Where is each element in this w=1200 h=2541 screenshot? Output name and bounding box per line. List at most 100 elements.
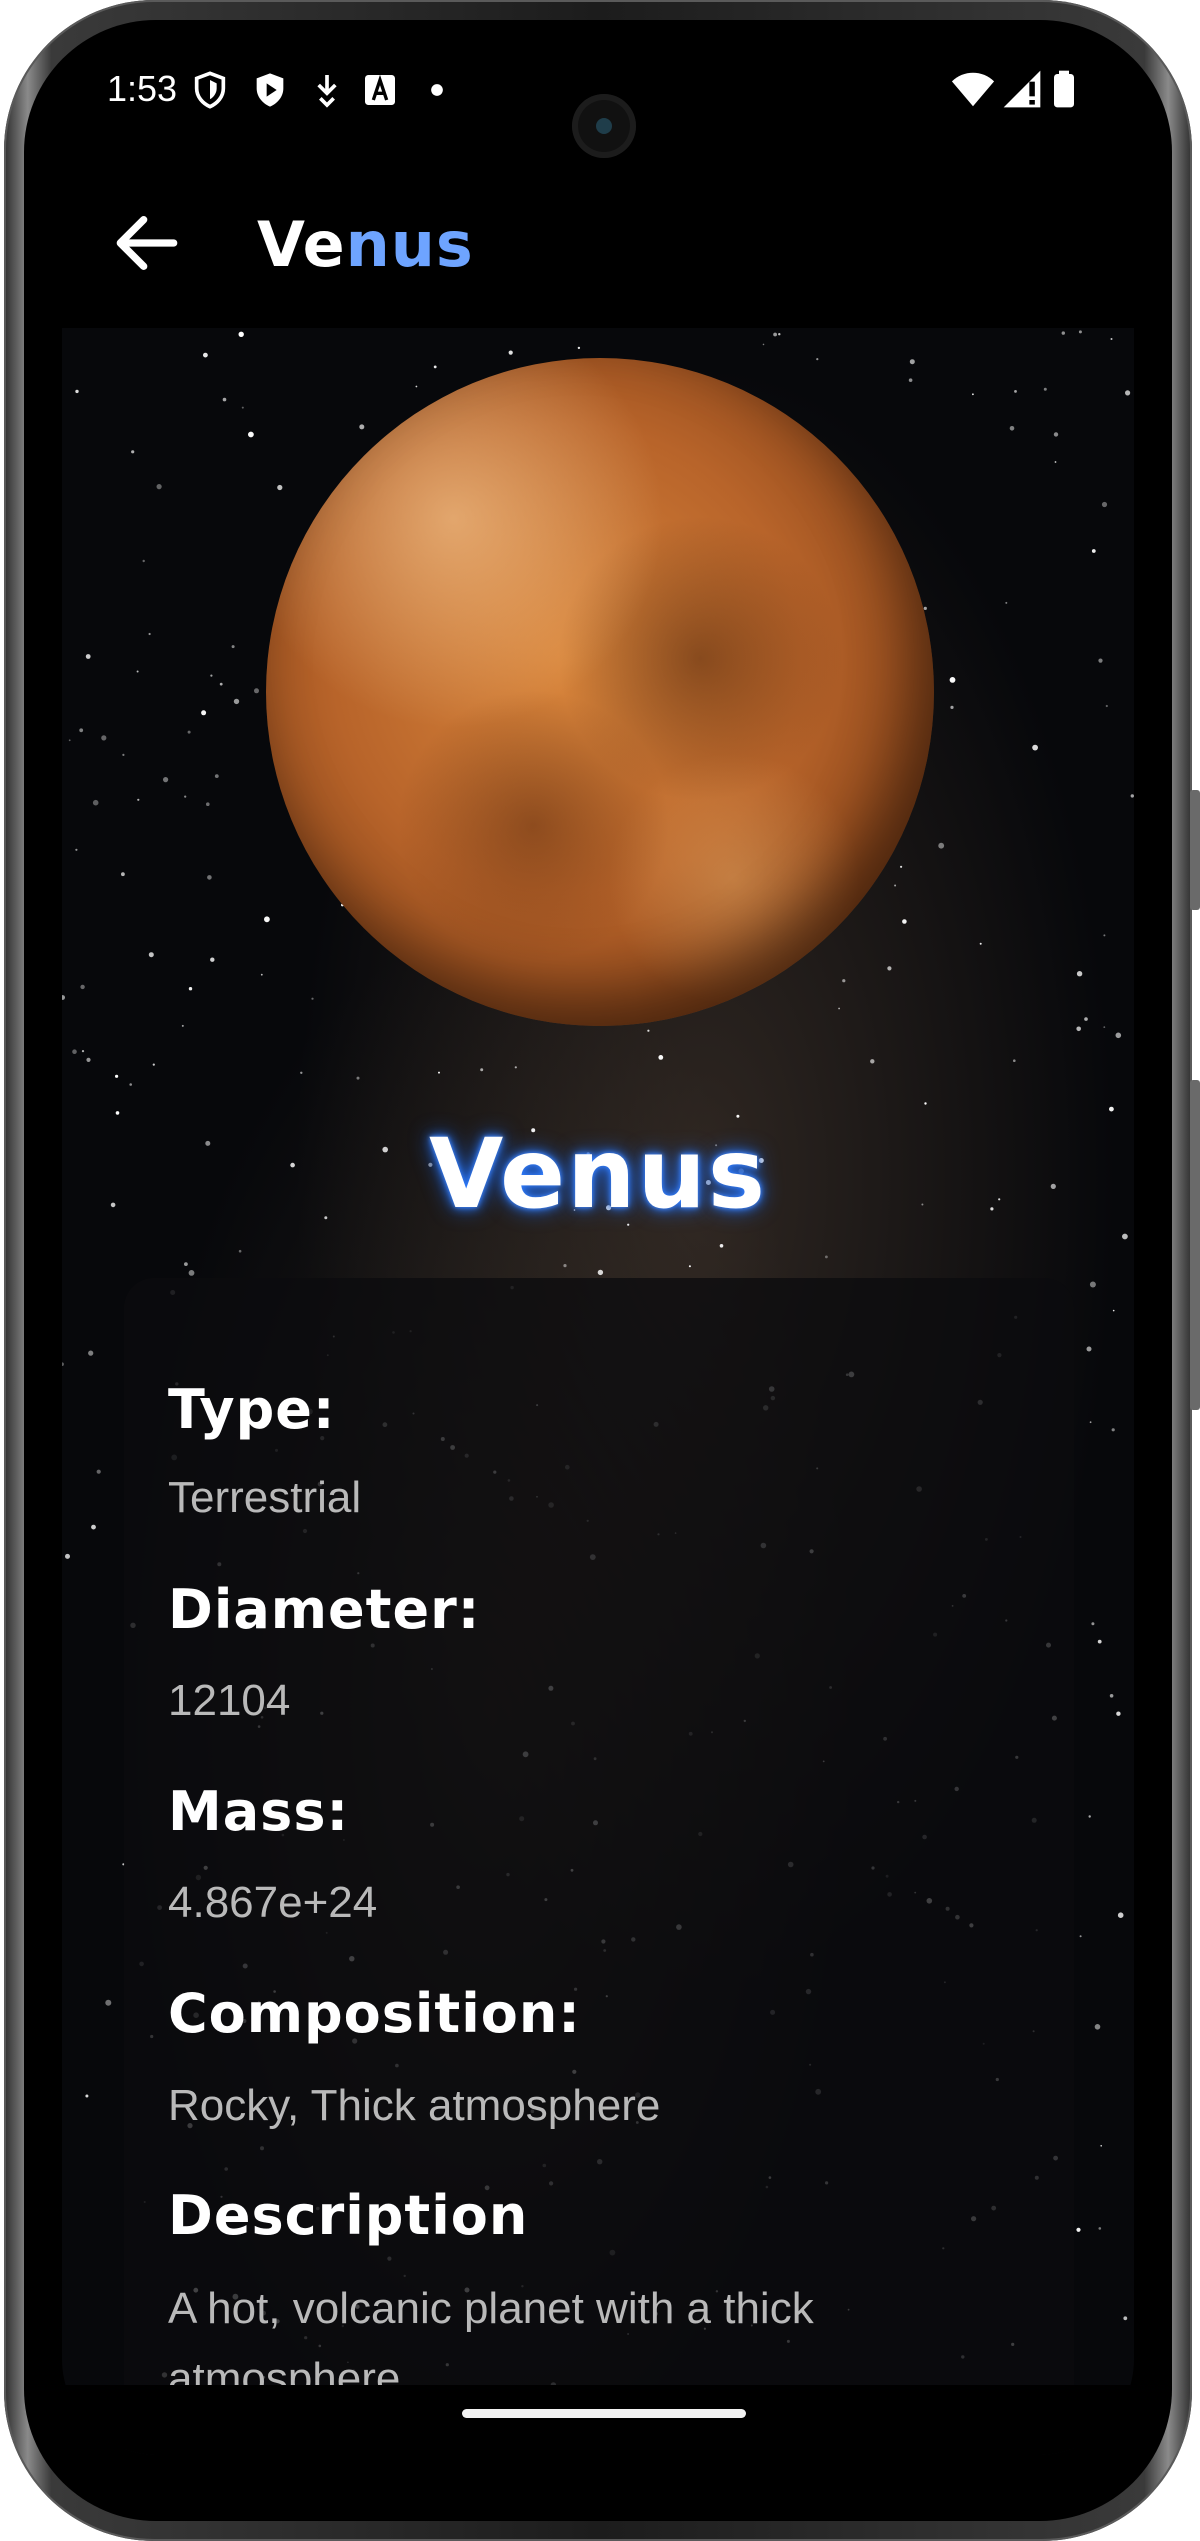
planet-info-card: Type: Terrestrial Diameter: 12104 Mass: …: [124, 1278, 1074, 2455]
star: [231, 645, 235, 649]
star: [1109, 1694, 1114, 1698]
star: [514, 1066, 517, 1069]
star: [762, 343, 765, 346]
star: [1032, 744, 1038, 751]
star: [156, 484, 162, 490]
star: [938, 842, 945, 849]
star: [773, 332, 777, 337]
star: [1122, 1233, 1128, 1240]
star: [1098, 2227, 1102, 2230]
status-bar: 1:53: [62, 58, 1134, 158]
star: [210, 674, 213, 677]
star: [1116, 1711, 1121, 1716]
star: [62, 995, 65, 1000]
star: [1014, 390, 1017, 393]
star: [85, 2094, 89, 2098]
star: [1005, 601, 1008, 604]
home-handle[interactable]: [462, 2409, 746, 2418]
star: [222, 397, 227, 402]
star: [96, 1469, 101, 1474]
star: [902, 919, 907, 924]
star: [142, 559, 145, 563]
star: [870, 1059, 875, 1064]
planet-detail-content[interactable]: Venus Type: Terrestrial Diameter: 12104 …: [62, 328, 1134, 2455]
star: [1109, 1106, 1114, 1112]
star: [1013, 1059, 1016, 1062]
star: [1111, 1428, 1115, 1432]
star: [136, 670, 139, 673]
star: [1054, 461, 1057, 463]
star: [264, 916, 270, 923]
app-bar: Venus: [62, 158, 1134, 328]
star: [129, 1083, 132, 1086]
planet-image: [266, 358, 934, 1026]
star: [1098, 658, 1103, 663]
mass-label: Mass:: [168, 1780, 350, 1843]
star: [1110, 338, 1113, 340]
star: [508, 350, 513, 355]
star: [688, 1265, 691, 1268]
star: [433, 365, 437, 369]
arrow-back-icon[interactable]: [107, 203, 187, 283]
star: [1009, 426, 1015, 431]
star: [187, 730, 191, 734]
star: [480, 1068, 484, 1072]
screen: 1:53 Venus Venus Type: Terrestrial Diame…: [62, 58, 1134, 2455]
star: [238, 331, 244, 337]
star: [1084, 1017, 1088, 1021]
composition-value: Rocky, Thick atmosphere: [168, 2081, 661, 2130]
star: [1088, 1815, 1091, 1818]
star: [1079, 1935, 1082, 1938]
star: [1115, 1032, 1122, 1039]
star: [950, 705, 954, 709]
star: [1112, 1309, 1115, 1312]
star: [238, 1249, 242, 1253]
star: [101, 735, 107, 741]
star: [115, 1074, 119, 1078]
star: [254, 688, 259, 694]
star: [1103, 1026, 1106, 1028]
star: [219, 682, 223, 686]
mass-value: 4.867e+24: [168, 1878, 378, 1927]
star: [972, 393, 974, 396]
star: [72, 1049, 77, 1054]
star: [188, 1270, 195, 1276]
dot-icon: [431, 84, 443, 96]
star: [233, 698, 240, 705]
star: [207, 875, 212, 880]
signal-icon: [1003, 70, 1041, 108]
star: [658, 1055, 664, 1060]
star: [81, 1050, 85, 1053]
star: [300, 1071, 303, 1074]
star: [1103, 934, 1106, 937]
star: [719, 1244, 724, 1248]
star: [647, 1029, 650, 1032]
star: [260, 973, 263, 976]
star: [1091, 1622, 1095, 1626]
star: [86, 1057, 91, 1062]
star: [115, 1111, 120, 1115]
star: [85, 654, 91, 659]
star: [438, 1071, 440, 1074]
wifi-icon: [951, 72, 995, 107]
star: [65, 1553, 70, 1559]
star: [825, 1255, 828, 1259]
star: [62, 1362, 64, 1366]
star: [924, 1102, 927, 1105]
star: [152, 1063, 155, 1066]
star: [1091, 549, 1096, 553]
star: [75, 389, 79, 394]
battery-icon: [1054, 70, 1074, 108]
star: [1101, 501, 1108, 508]
star: [206, 802, 210, 806]
diameter-value: 12104: [168, 1676, 291, 1725]
star: [137, 798, 140, 801]
star: [241, 406, 244, 409]
star: [121, 872, 125, 877]
star: [887, 966, 892, 971]
star: [894, 884, 897, 887]
star: [1094, 2024, 1101, 2030]
star: [184, 1262, 188, 1266]
star: [68, 739, 71, 742]
shield-icon: [194, 71, 226, 109]
